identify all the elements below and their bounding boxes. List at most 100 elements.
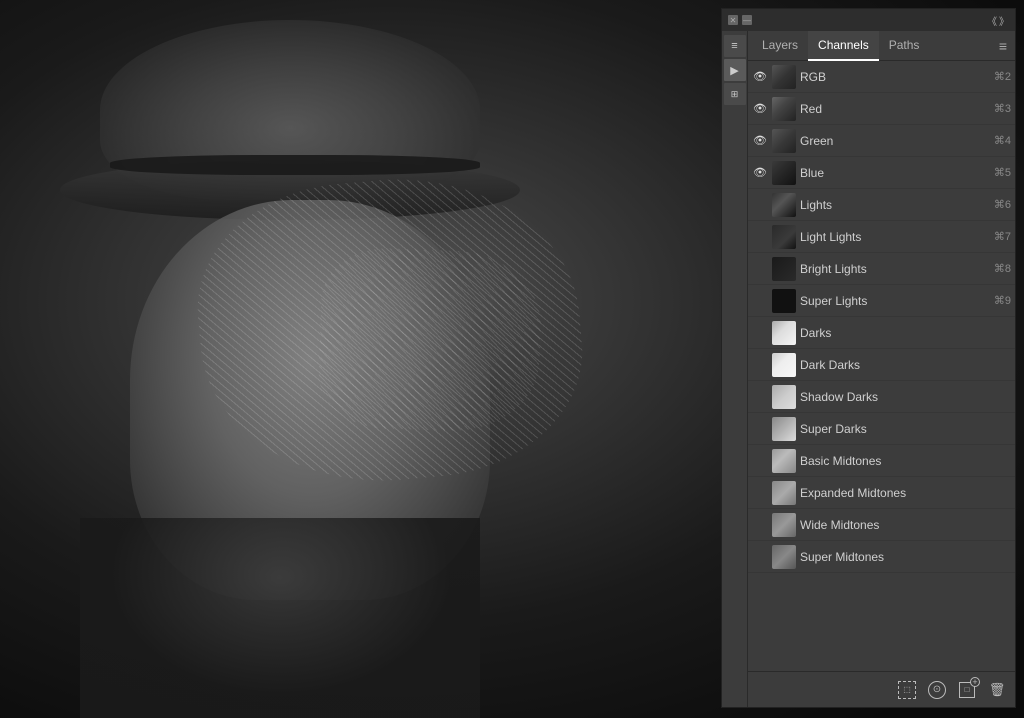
panel-tabs: Layers Channels Paths ≡ — [748, 31, 1015, 61]
channel-name-basic-midtones: Basic Midtones — [800, 454, 1007, 468]
channel-name-expanded-midtones: Expanded Midtones — [800, 486, 1007, 500]
visibility-eye-dark-darks[interactable]: 👁 — [752, 357, 768, 373]
save-selection-icon: ⊙ — [928, 681, 946, 699]
new-channel-icon: + □ — [959, 682, 975, 698]
panel-menu-button[interactable]: ≡ — [995, 38, 1011, 54]
visibility-eye-shadow-darks[interactable]: 👁 — [752, 389, 768, 405]
channel-shortcut-blue: ⌘5 — [994, 166, 1011, 179]
panel-left-arrow: 《 — [987, 13, 997, 28]
channel-row-lights[interactable]: 👁 Lights ⌘6 — [748, 189, 1015, 221]
channel-name-wide-midtones: Wide Midtones — [800, 518, 1007, 532]
save-selection-button[interactable]: ⊙ — [927, 680, 947, 700]
channel-row-super-lights[interactable]: 👁 Super Lights ⌘9 — [748, 285, 1015, 317]
visibility-eye-darks[interactable]: 👁 — [752, 325, 768, 341]
panel-titlebar: ✕ — 《 》 — [722, 9, 1015, 31]
channel-name-blue: Blue — [800, 166, 990, 180]
panel-footer: ⬚ ⊙ + □ 🗑 — [748, 671, 1015, 707]
visibility-eye-expanded-midtones[interactable]: 👁 — [752, 485, 768, 501]
visibility-eye-super-lights[interactable]: 👁 — [752, 293, 768, 309]
channel-name-green: Green — [800, 134, 990, 148]
channel-shortcut-red: ⌘3 — [994, 102, 1011, 115]
visibility-eye-super-darks[interactable]: 👁 — [752, 421, 768, 437]
visibility-eye-super-midtones[interactable]: 👁 — [752, 549, 768, 565]
channel-name-bright-lights: Bright Lights — [800, 262, 990, 276]
tab-layers[interactable]: Layers — [752, 31, 808, 61]
panel-collapse-button[interactable]: — — [742, 15, 752, 25]
panel-close-button[interactable]: ✕ — [728, 15, 738, 25]
channel-thumb-super-lights — [772, 289, 796, 313]
visibility-eye-wide-midtones[interactable]: 👁 — [752, 517, 768, 533]
channels-panel: ✕ — 《 》 ≡ ▶ ⊞ Layers — [721, 8, 1016, 708]
channel-thumb-blue — [772, 161, 796, 185]
channel-row-super-midtones[interactable]: 👁 Super Midtones — [748, 541, 1015, 573]
channel-row-super-darks[interactable]: 👁 Super Darks — [748, 413, 1015, 445]
delete-channel-icon: 🗑 — [989, 682, 1006, 698]
visibility-eye-red[interactable]: 👁 — [752, 101, 768, 117]
channel-shortcut-green: ⌘4 — [994, 134, 1011, 147]
channel-name-lights: Lights — [800, 198, 990, 212]
channel-row-green[interactable]: 👁 Green ⌘4 — [748, 125, 1015, 157]
channel-row-dark-darks[interactable]: 👁 Dark Darks — [748, 349, 1015, 381]
panel-right-arrow: 》 — [999, 13, 1009, 28]
channel-thumb-super-darks — [772, 417, 796, 441]
channel-name-super-darks: Super Darks — [800, 422, 1007, 436]
channel-thumb-red — [772, 97, 796, 121]
layers-panel-options-tool[interactable]: ⊞ — [724, 83, 746, 105]
channel-shortcut-rgb: ⌘2 — [994, 70, 1011, 83]
play-tool[interactable]: ▶ — [724, 59, 746, 81]
channel-name-super-midtones: Super Midtones — [800, 550, 1007, 564]
visibility-eye-green[interactable]: 👁 — [752, 133, 768, 149]
channel-row-darks[interactable]: 👁 Darks — [748, 317, 1015, 349]
new-channel-button[interactable]: + □ — [957, 680, 977, 700]
channel-thumb-bright-lights — [772, 257, 796, 281]
delete-channel-button[interactable]: 🗑 — [987, 680, 1007, 700]
channel-shortcut-light-lights: ⌘7 — [994, 230, 1011, 243]
channel-row-expanded-midtones[interactable]: 👁 Expanded Midtones — [748, 477, 1015, 509]
channel-row-rgb[interactable]: 👁 RGB ⌘2 — [748, 61, 1015, 93]
layers-comp-tool[interactable]: ≡ — [724, 35, 746, 57]
selection-overlay-2 — [317, 246, 543, 434]
channel-thumb-shadow-darks — [772, 385, 796, 409]
channel-thumb-basic-midtones — [772, 449, 796, 473]
visibility-eye-blue[interactable]: 👁 — [752, 165, 768, 181]
play-icon: ▶ — [730, 64, 738, 77]
visibility-eye-basic-midtones[interactable]: 👁 — [752, 453, 768, 469]
channel-thumb-super-midtones — [772, 545, 796, 569]
neck-shirt — [80, 518, 480, 718]
load-selection-button[interactable]: ⬚ — [897, 680, 917, 700]
channel-thumb-darks — [772, 321, 796, 345]
channel-thumb-light-lights — [772, 225, 796, 249]
visibility-eye-lights[interactable]: 👁 — [752, 197, 768, 213]
channel-row-blue[interactable]: 👁 Blue ⌘5 — [748, 157, 1015, 189]
channel-name-red: Red — [800, 102, 990, 116]
channel-name-dark-darks: Dark Darks — [800, 358, 1007, 372]
tab-paths[interactable]: Paths — [879, 31, 930, 61]
channel-thumb-green — [772, 129, 796, 153]
channel-name-super-lights: Super Lights — [800, 294, 990, 308]
visibility-eye-rgb[interactable]: 👁 — [752, 69, 768, 85]
panel-arrows: 《 》 — [987, 13, 1009, 28]
channel-list: 👁 RGB ⌘2 👁 Red ⌘3 👁 Green ⌘4 — [748, 61, 1015, 671]
channel-row-wide-midtones[interactable]: 👁 Wide Midtones — [748, 509, 1015, 541]
channel-row-basic-midtones[interactable]: 👁 Basic Midtones — [748, 445, 1015, 477]
channel-thumb-expanded-midtones — [772, 481, 796, 505]
channel-name-shadow-darks: Shadow Darks — [800, 390, 1007, 404]
panel-body: ≡ ▶ ⊞ Layers Channels — [722, 31, 1015, 707]
tool-sidebar: ≡ ▶ ⊞ — [722, 31, 748, 707]
channel-row-bright-lights[interactable]: 👁 Bright Lights ⌘8 — [748, 253, 1015, 285]
tab-channels[interactable]: Channels — [808, 31, 879, 61]
channel-shortcut-super-lights: ⌘9 — [994, 294, 1011, 307]
channel-row-red[interactable]: 👁 Red ⌘3 — [748, 93, 1015, 125]
channel-name-darks: Darks — [800, 326, 1007, 340]
channel-name-rgb: RGB — [800, 70, 990, 84]
visibility-eye-bright-lights[interactable]: 👁 — [752, 261, 768, 277]
panel-window-controls: ✕ — — [728, 15, 752, 25]
channel-row-shadow-darks[interactable]: 👁 Shadow Darks — [748, 381, 1015, 413]
tabs-container: Layers Channels Paths — [752, 31, 929, 61]
visibility-eye-light-lights[interactable]: 👁 — [752, 229, 768, 245]
channel-thumb-wide-midtones — [772, 513, 796, 537]
channel-thumb-lights — [772, 193, 796, 217]
channel-shortcut-bright-lights: ⌘8 — [994, 262, 1011, 275]
load-selection-icon: ⬚ — [898, 681, 916, 699]
channel-row-light-lights[interactable]: 👁 Light Lights ⌘7 — [748, 221, 1015, 253]
